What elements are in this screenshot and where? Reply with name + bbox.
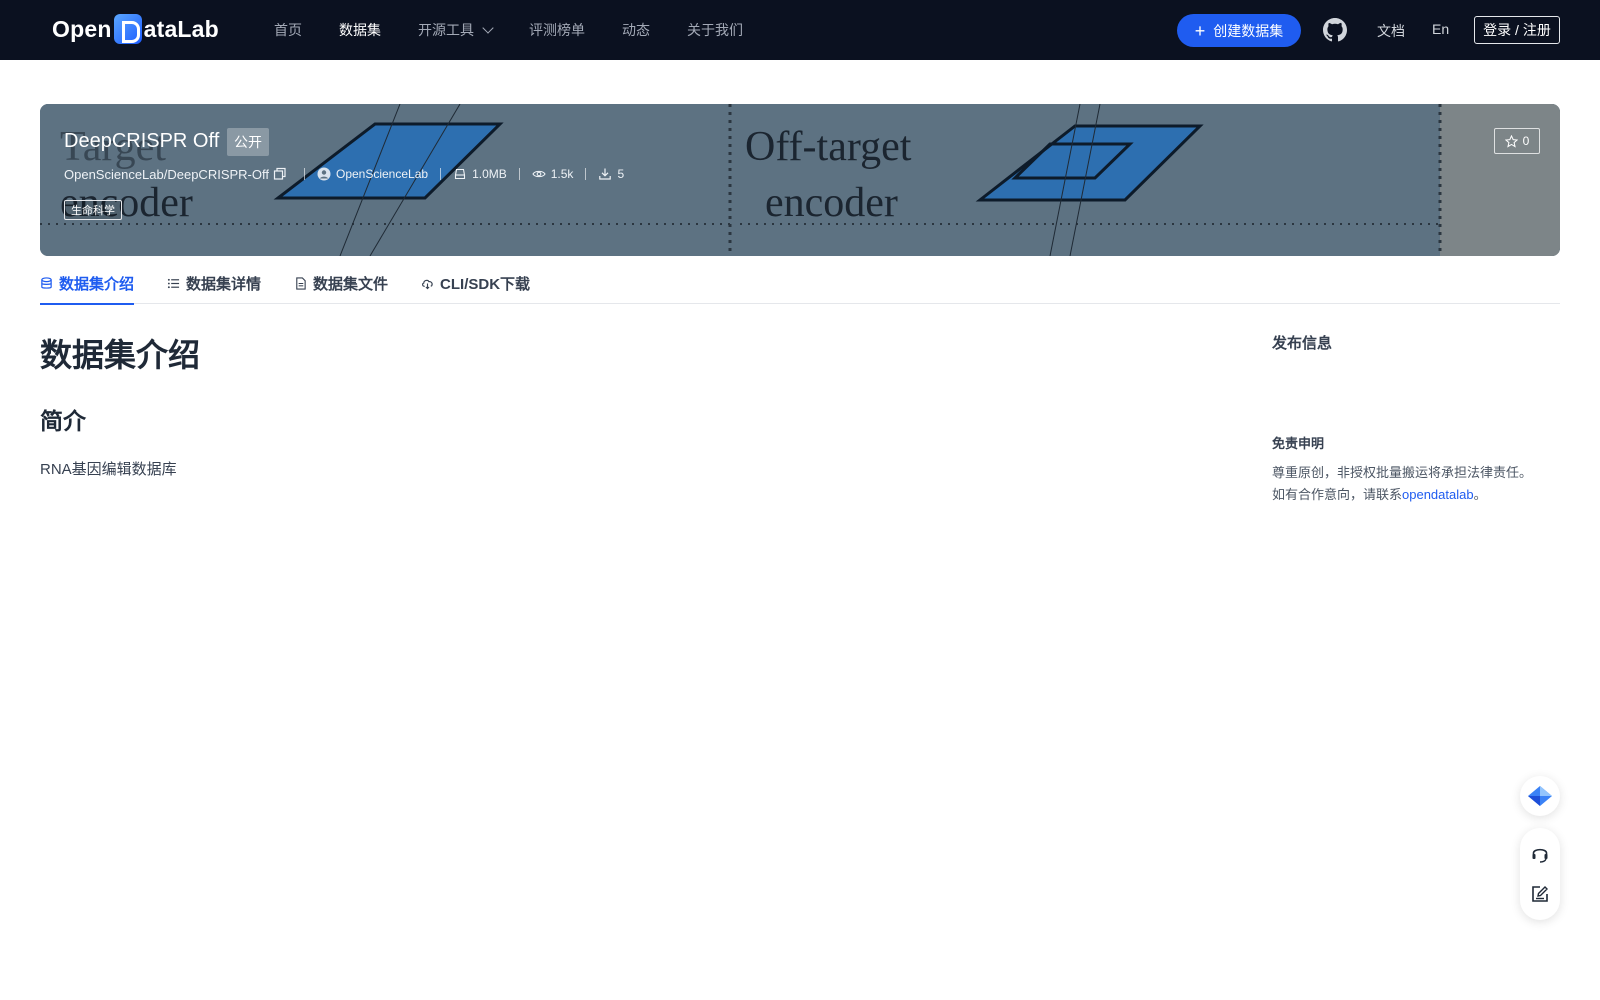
star-count: 0	[1522, 134, 1530, 148]
create-dataset-button[interactable]: + 创建数据集	[1177, 14, 1301, 47]
plus-icon: +	[1194, 20, 1206, 41]
section-heading: 数据集介绍	[40, 337, 201, 373]
star-icon	[1504, 134, 1518, 148]
docs-link[interactable]: 文档	[1377, 21, 1405, 41]
dataset-description: RNA基因编辑数据库	[40, 461, 177, 478]
dataset-title: DeepCRISPR Off	[64, 130, 220, 152]
floating-tool-group	[1520, 828, 1560, 920]
copy-icon[interactable]	[273, 167, 287, 181]
tab-dataset-details[interactable]: 数据集详情	[167, 262, 261, 304]
star-button[interactable]: 0	[1494, 128, 1540, 154]
chevron-down-icon	[482, 22, 494, 34]
dataset-meta-row: OpenScienceLab/DeepCRISPR-Off OpenScienc…	[64, 166, 624, 182]
tab-label: 数据集文件	[313, 275, 389, 293]
github-icon[interactable]	[1323, 18, 1347, 42]
database-icon	[41, 276, 52, 289]
nav-label: 数据集	[339, 22, 381, 38]
repo-path: OpenScienceLab/DeepCRISPR-Off	[64, 166, 269, 182]
nav-item-leaderboard[interactable]: 评测榜单	[529, 20, 585, 40]
disclaimer-title: 免责申明	[1272, 436, 1325, 451]
storage-icon	[455, 168, 466, 180]
tab-cli-sdk-download[interactable]: CLI/SDK下载	[421, 262, 530, 304]
file-icon	[296, 276, 306, 290]
dataset-size: 1.0MB	[472, 167, 507, 181]
customer-service-icon[interactable]	[1530, 844, 1550, 864]
nav-label: 关于我们	[687, 22, 743, 38]
disclaimer-text: 尊重原创，非授权批量搬运将承担法律责任。 如有合作意向，请联系opendatal…	[1272, 462, 1572, 506]
disclaimer-line-2: 如有合作意向，请联系opendatalab。	[1272, 484, 1572, 506]
meta-divider	[518, 168, 520, 180]
logo-text-atalab: ataLab	[143, 15, 219, 42]
tab-label: 数据集介绍	[59, 275, 135, 293]
download-icon	[599, 168, 612, 180]
publisher-name[interactable]: OpenScienceLab	[336, 167, 428, 181]
nav-item-datasets[interactable]: 数据集	[339, 20, 381, 40]
logo-d-mark-icon	[113, 14, 142, 44]
main-nav: 首页 数据集 开源工具 评测榜单 动态 关于我们	[274, 0, 780, 60]
nav-item-news[interactable]: 动态	[622, 20, 650, 40]
field-tag-life-science[interactable]: 生命科学	[64, 200, 122, 220]
visibility-badge: 公开	[227, 128, 269, 156]
tab-dataset-intro[interactable]: 数据集介绍	[40, 262, 135, 305]
nav-label: 评测榜单	[529, 22, 585, 38]
meta-divider	[303, 168, 305, 180]
publisher-avatar-icon	[317, 167, 331, 181]
download-count: 5	[617, 167, 625, 181]
login-register-button[interactable]: 登录 / 注册	[1474, 16, 1560, 44]
language-switch[interactable]: En	[1432, 21, 1449, 37]
dataset-tabs: 数据集介绍 数据集详情 数据集文件 CLI/SDK下载	[40, 262, 1560, 305]
publish-info-title: 发布信息	[1272, 335, 1333, 352]
tab-label: CLI/SDK下载	[440, 275, 531, 293]
nav-label: 首页	[274, 22, 302, 38]
nav-label: 动态	[622, 22, 650, 38]
list-icon	[167, 278, 180, 288]
opendatalab-contact-link[interactable]: opendatalab	[1402, 487, 1474, 502]
assistant-float-button[interactable]	[1520, 776, 1560, 816]
disclaimer-suffix: 。	[1473, 487, 1487, 502]
banner-art-text-off-target: Off-target	[745, 124, 912, 170]
opendatalab-logo[interactable]: Open ataLab	[52, 14, 219, 44]
meta-divider	[440, 168, 442, 180]
logo-text-open: Open	[52, 15, 112, 42]
banner-art-text-encoder-right: encoder	[765, 180, 898, 226]
cloud-download-icon	[422, 279, 433, 289]
tab-dataset-files[interactable]: 数据集文件	[294, 262, 388, 304]
view-count: 1.5k	[550, 167, 574, 181]
eye-icon	[532, 170, 546, 178]
assistant-logo-icon	[1528, 786, 1552, 806]
top-nav-bar: Open ataLab 首页 数据集 开源工具 评测榜单 动态 关于我们 + 创…	[0, 0, 1600, 60]
tab-label: 数据集详情	[186, 275, 262, 293]
disclaimer-prefix: 如有合作意向，请联系	[1272, 487, 1403, 502]
disclaimer-line-1: 尊重原创，非授权批量搬运将承担法律责任。	[1272, 465, 1533, 480]
subsection-heading: 简介	[40, 408, 86, 434]
nav-item-open-tools[interactable]: 开源工具	[418, 20, 494, 40]
feedback-edit-icon[interactable]	[1530, 884, 1550, 904]
dataset-banner: Off-target encoder Target encoder DeepCR…	[40, 104, 1560, 256]
nav-label: 开源工具	[418, 22, 474, 38]
create-dataset-label: 创建数据集	[1213, 22, 1284, 39]
nav-item-home[interactable]: 首页	[274, 20, 302, 40]
nav-item-about[interactable]: 关于我们	[687, 20, 743, 40]
meta-divider	[585, 168, 587, 180]
